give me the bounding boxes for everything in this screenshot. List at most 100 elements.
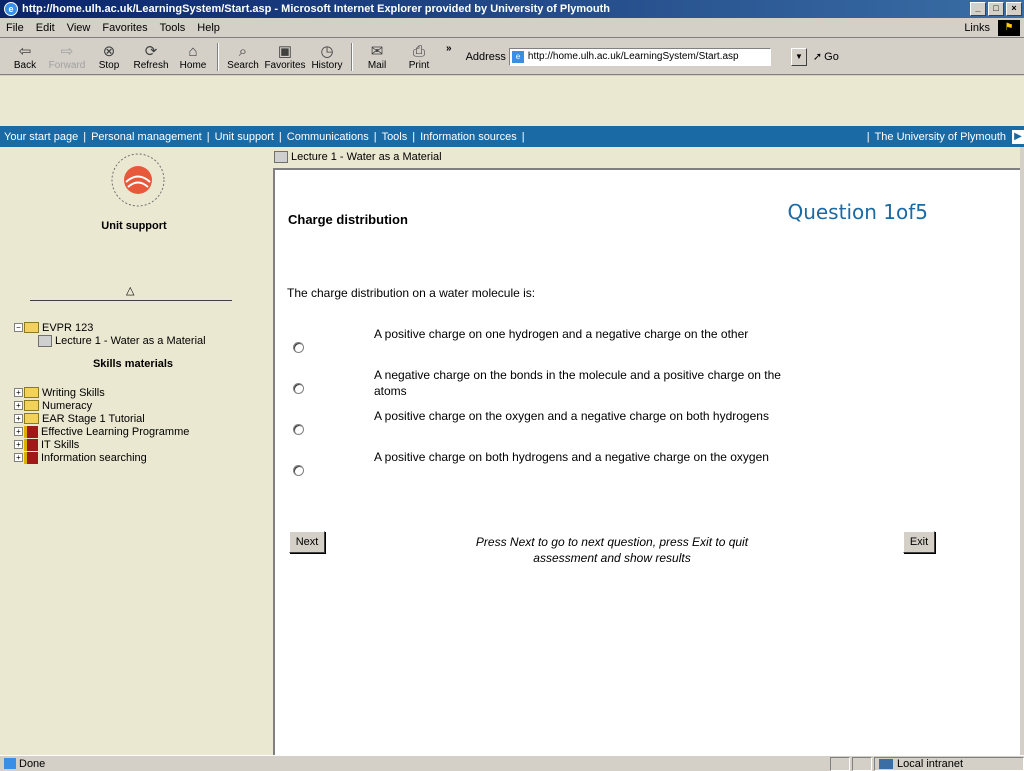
menu-file[interactable]: File <box>0 22 30 34</box>
back-label: Back <box>13 59 37 71</box>
nav-separator: | <box>866 130 870 143</box>
option-radio[interactable] <box>293 465 304 476</box>
refresh-button[interactable]: ⟳ Refresh <box>130 40 172 74</box>
skills-heading: Skills materials <box>92 358 174 370</box>
document-icon <box>38 334 52 347</box>
nav-start-page[interactable]: Your start page <box>4 131 78 143</box>
exit-button[interactable]: Exit <box>903 531 935 553</box>
tree-item-effective-learning-programme[interactable]: + Effective Learning Programme <box>14 425 270 438</box>
address-dropdown-button[interactable]: ▼ <box>790 47 807 66</box>
nav-separator: | <box>373 130 377 143</box>
tree-item-numeracy[interactable]: + Numeracy <box>14 399 270 412</box>
expand-icon[interactable]: + <box>14 453 23 462</box>
history-button[interactable]: ◷ History <box>306 40 348 74</box>
answer-option[interactable]: A positive charge on the oxygen and a ne… <box>287 408 807 449</box>
answer-option[interactable]: A positive charge on both hydrogens and … <box>287 449 807 490</box>
tree-item-label: EAR Stage 1 Tutorial <box>42 412 145 425</box>
window-title: http://home.ulh.ac.uk/LearningSystem/Sta… <box>22 3 610 15</box>
right-edge <box>1020 147 1024 755</box>
links-button[interactable]: Links <box>960 22 994 34</box>
forward-arrow-icon: ⇨ <box>60 42 74 60</box>
sidebar-divider <box>30 300 232 301</box>
menu-favorites[interactable]: Favorites <box>96 22 153 34</box>
tree-item-label: IT Skills <box>41 438 80 451</box>
nav-unit-support[interactable]: Unit support <box>215 131 274 143</box>
page-done-icon <box>4 758 16 769</box>
menu-help[interactable]: Help <box>191 22 226 34</box>
print-label: Print <box>408 59 430 71</box>
tree-item-label: EVPR 123 <box>42 321 94 334</box>
expand-icon[interactable]: + <box>14 401 23 410</box>
breadcrumb-label[interactable]: Lecture 1 - Water as a Material <box>291 151 442 163</box>
tree-item-information-searching[interactable]: + Information searching <box>14 451 270 464</box>
favorites-icon: ▣ <box>277 42 293 60</box>
history-label: History <box>311 59 343 71</box>
expand-icon[interactable]: + <box>14 440 23 449</box>
expand-icon[interactable]: + <box>14 427 23 436</box>
refresh-icon: ⟳ <box>144 42 158 60</box>
nav-tools[interactable]: Tools <box>382 131 408 143</box>
forward-label: Forward <box>48 59 86 71</box>
windows-logo-icon: ⚑ <box>998 19 1020 36</box>
left-sidebar: Unit support △ − EVPR 123 Lecture 1 - Wa… <box>0 147 270 755</box>
home-button[interactable]: ⌂ Home <box>172 40 214 74</box>
tree-item-label: Effective Learning Programme <box>41 425 190 438</box>
option-radio[interactable] <box>293 383 304 394</box>
tree-item-course[interactable]: − EVPR 123 <box>14 321 270 334</box>
answer-option[interactable]: A negative charge on the bonds in the mo… <box>287 367 807 408</box>
answer-options: A positive charge on one hydrogen and a … <box>287 326 807 490</box>
address-input[interactable]: e http://home.ulh.ac.uk/LearningSystem/S… <box>508 47 771 66</box>
stop-button[interactable]: ⊗ Stop <box>88 40 130 74</box>
minimize-button[interactable]: _ <box>970 2 986 16</box>
folder-open-icon <box>24 322 39 333</box>
question-heading: Charge distribution <box>288 212 408 227</box>
breadcrumb: Lecture 1 - Water as a Material <box>270 147 1024 167</box>
menu-tools[interactable]: Tools <box>154 22 192 34</box>
nav-personal-management[interactable]: Personal management <box>91 131 202 143</box>
expand-icon[interactable]: + <box>14 414 23 423</box>
sidebar-title: Unit support <box>101 220 167 232</box>
zone-label: Local intranet <box>897 757 964 770</box>
tree-item-lecture[interactable]: Lecture 1 - Water as a Material <box>38 334 270 347</box>
maximize-button[interactable]: □ <box>988 2 1004 16</box>
go-arrow-icon: ➚ <box>812 51 823 63</box>
address-value: http://home.ulh.ac.uk/LearningSystem/Sta… <box>527 51 739 62</box>
option-radio[interactable] <box>293 424 304 435</box>
answer-option[interactable]: A positive charge on one hydrogen and a … <box>287 326 807 367</box>
favorites-label: Favorites <box>264 59 306 71</box>
go-button[interactable]: ➚ Go <box>812 50 839 64</box>
menu-edit[interactable]: Edit <box>30 22 61 34</box>
menu-view[interactable]: View <box>61 22 97 34</box>
security-zone: Local intranet <box>874 756 1024 771</box>
nav-separator: | <box>83 130 87 143</box>
mail-button[interactable]: ✉ Mail <box>356 40 398 74</box>
status-text: Done <box>19 757 46 770</box>
mail-label: Mail <box>367 59 387 71</box>
tree-item-writing-skills[interactable]: + Writing Skills <box>14 386 270 399</box>
close-button[interactable]: × <box>1006 2 1022 16</box>
nav-arrow-icon[interactable]: ▶ <box>1012 129 1024 144</box>
search-label: Search <box>227 59 259 71</box>
nav-information-sources[interactable]: Information sources <box>420 131 517 143</box>
status-bar: Done Local intranet <box>0 755 1024 771</box>
back-button[interactable]: ⇦ Back <box>4 40 46 74</box>
collapse-triangle-icon[interactable]: △ <box>126 284 134 297</box>
favorites-button[interactable]: ▣ Favorites <box>264 40 306 74</box>
intranet-icon <box>879 758 893 769</box>
expand-icon[interactable]: + <box>14 388 23 397</box>
nav-university-of-plymouth[interactable]: The University of Plymouth <box>875 131 1006 143</box>
toolbar-overflow-chevron[interactable]: » <box>446 43 452 54</box>
tree-item-it-skills[interactable]: + IT Skills <box>14 438 270 451</box>
print-button[interactable]: ⎙ Print <box>398 40 440 74</box>
option-radio[interactable] <box>293 342 304 353</box>
nav-communications[interactable]: Communications <box>287 131 369 143</box>
forward-button[interactable]: ⇨ Forward <box>46 40 88 74</box>
collapse-icon[interactable]: − <box>14 323 23 332</box>
tree-item-label: Lecture 1 - Water as a Material <box>55 334 206 347</box>
window-controls: _ □ × <box>970 2 1024 16</box>
back-arrow-icon: ⇦ <box>18 42 32 60</box>
search-button[interactable]: ⌕ Search <box>222 40 264 74</box>
document-icon <box>274 151 288 163</box>
tree-item-ear-stage-1-tutorial[interactable]: + EAR Stage 1 Tutorial <box>14 412 270 425</box>
next-button[interactable]: Next <box>289 531 325 553</box>
